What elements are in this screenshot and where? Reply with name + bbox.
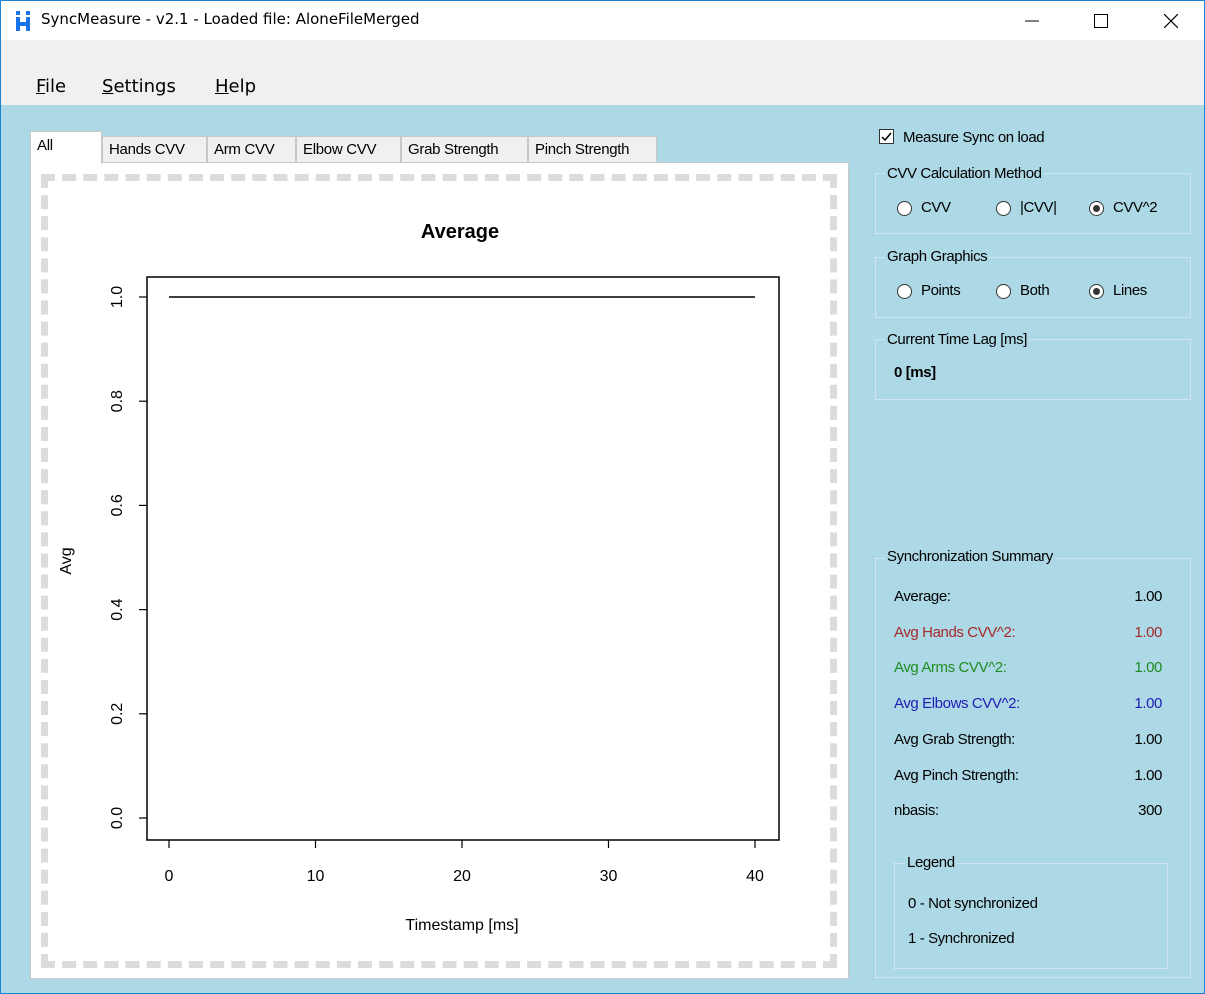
minimize-icon [1025,20,1039,22]
summary-label: Avg Elbows CVV^2: [894,695,1020,713]
summary-label: Average: [894,588,951,605]
legend-item-1: 1 - Synchronized [908,930,1015,947]
summary-row: Avg Grab Strength: 1.00 [894,731,1162,751]
time-lag-title: Current Time Lag [ms] [885,331,1029,348]
radio-points-label[interactable]: Points [921,282,961,299]
summary-row: Avg Pinch Strength: 1.00 [894,767,1162,787]
average-chart: Average 0 10 20 30 40 0.0 0.2 0.4 0.6 0.8 1.0 Tim… [58,221,780,934]
x-tick-label: 30 [600,868,618,885]
summary-value: 300 [1138,802,1162,820]
radio-cvv-squared-label[interactable]: CVV^2 [1113,199,1158,216]
tab-pinch-strength[interactable]: Pinch Strength [528,136,657,162]
radio-cvv-squared[interactable] [1089,201,1104,216]
title-bar[interactable]: SyncMeasure - v2.1 - Loaded file: AloneF… [1,1,1204,40]
summary-value: 1.00 [1134,588,1162,605]
summary-label: Avg Pinch Strength: [894,766,1019,784]
y-axis: 0.0 0.2 0.4 0.6 0.8 1.0 [109,286,147,829]
tab-arm-cvv[interactable]: Arm CVV [207,136,296,162]
y-tick-label: 0.4 [109,598,126,620]
y-tick-label: 0.8 [109,390,126,412]
x-tick-label: 40 [746,868,764,885]
menu-help[interactable]: Help [215,76,256,97]
graph-graphics-title: Graph Graphics [885,248,990,265]
chart-title: Average [421,221,499,243]
sync-summary-title: Synchronization Summary [885,548,1055,565]
radio-both-label[interactable]: Both [1020,282,1050,299]
time-lag-value: 0 [ms] [894,364,936,381]
y-tick-label: 0.0 [109,807,126,829]
summary-label: Avg Hands CVV^2: [894,623,1016,641]
measure-sync-label[interactable]: Measure Sync on load [903,129,1045,146]
menu-file[interactable]: File [36,76,66,97]
x-axis: 0 10 20 30 40 [165,840,764,885]
summary-row: Average: 1.00 [894,588,1162,608]
radio-points[interactable] [897,284,912,299]
cvv-method-title: CVV Calculation Method [885,165,1044,182]
summary-value: 1.00 [1134,659,1162,677]
radio-lines[interactable] [1089,284,1104,299]
tab-all[interactable]: All [30,131,102,164]
checkmark-icon [881,132,892,142]
summary-label: Avg Grab Strength: [894,730,1015,748]
legend-title: Legend [905,854,957,871]
radio-lines-label[interactable]: Lines [1113,282,1147,299]
y-tick-label: 0.2 [109,703,126,725]
app-icon [16,11,30,31]
summary-row: Avg Arms CVV^2: 1.00 [894,659,1162,679]
summary-label: Avg Arms CVV^2: [894,659,1007,677]
legend-item-0: 0 - Not synchronized [908,895,1038,912]
y-tick-label: 0.6 [109,494,126,516]
y-tick-label: 1.0 [109,286,126,308]
summary-label: nbasis: [894,802,939,820]
summary-value: 1.00 [1134,623,1162,641]
plot-box [146,276,780,841]
x-tick-label: 10 [307,868,325,885]
menu-settings[interactable]: Settings [102,76,176,97]
summary-value: 1.00 [1134,730,1162,748]
radio-cvv-label[interactable]: CVV [921,199,951,216]
summary-value: 1.00 [1134,695,1162,713]
summary-row: Avg Elbows CVV^2: 1.00 [894,695,1162,715]
radio-abs-cvv[interactable] [996,201,1011,216]
summary-row: Avg Hands CVV^2: 1.00 [894,624,1162,644]
radio-abs-cvv-label[interactable]: |CVV| [1020,199,1057,216]
summary-row: nbasis: 300 [894,802,1162,822]
y-axis-label: Avg [58,547,75,574]
tab-elbow-cvv[interactable]: Elbow CVV [296,136,401,162]
tab-hands-cvv[interactable]: Hands CVV [102,136,207,162]
tab-grab-strength[interactable]: Grab Strength [401,136,528,162]
maximize-icon [1094,14,1108,28]
x-axis-label: Timestamp [ms] [405,917,518,934]
window-title: SyncMeasure - v2.1 - Loaded file: AloneF… [41,10,420,28]
legend-group [894,863,1168,969]
measure-sync-checkbox[interactable] [879,129,894,144]
minimize-button[interactable] [1009,1,1055,39]
app-window: SyncMeasure - v2.1 - Loaded file: AloneF… [0,0,1205,994]
maximize-button[interactable] [1078,1,1124,39]
x-tick-label: 20 [453,868,471,885]
radio-cvv[interactable] [897,201,912,216]
summary-value: 1.00 [1134,766,1162,784]
close-button[interactable] [1148,1,1194,39]
radio-both[interactable] [996,284,1011,299]
x-tick-label: 0 [165,868,174,885]
menu-bar [1,40,1204,105]
close-icon [1164,14,1178,28]
